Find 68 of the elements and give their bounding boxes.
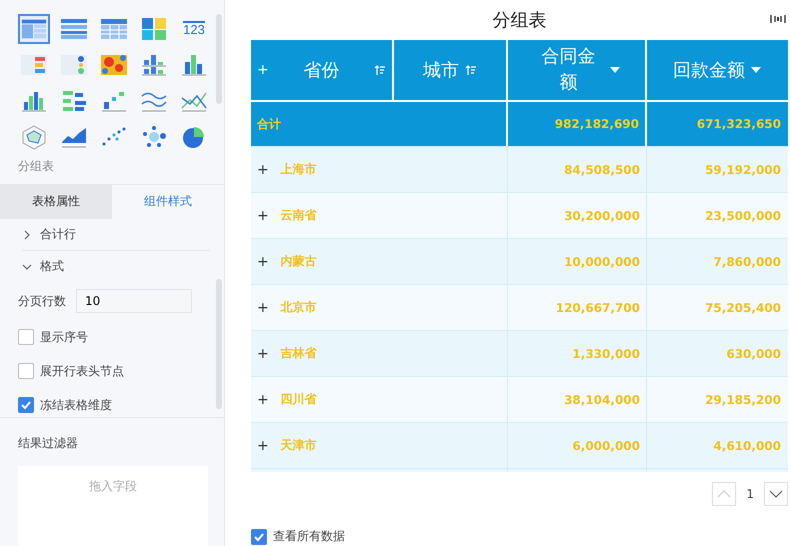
chevron-icon[interactable] bbox=[22, 262, 32, 272]
heatmap-icon bbox=[99, 52, 129, 78]
checkbox[interactable] bbox=[18, 363, 34, 379]
expand-button[interactable]: + bbox=[257, 162, 269, 178]
dropdown-icon[interactable] bbox=[751, 66, 761, 74]
sort-icon[interactable] bbox=[465, 64, 477, 76]
filter-title: 结果过滤器 bbox=[18, 436, 78, 450]
column-header-label: 回款金额 bbox=[673, 59, 745, 82]
checkbox[interactable] bbox=[18, 397, 34, 413]
check-icon bbox=[20, 399, 32, 411]
column-width-icon[interactable] bbox=[770, 14, 786, 24]
expand-button[interactable]: + bbox=[257, 208, 269, 224]
table-cell-text: 23,500,000 bbox=[704, 208, 782, 224]
total-cell-text: 671,323,650 bbox=[696, 116, 782, 133]
expand-button[interactable]: + bbox=[257, 300, 269, 316]
table-cell-text: 630,000 bbox=[725, 346, 782, 362]
sort-icon[interactable] bbox=[374, 64, 386, 76]
expand-button[interactable]: + bbox=[257, 438, 269, 454]
tab[interactable]: 组件样式 bbox=[112, 184, 224, 219]
report-title: 分组表 bbox=[492, 9, 546, 32]
table-cell: 天津市 bbox=[280, 437, 317, 454]
checkbox[interactable] bbox=[18, 329, 34, 345]
option-label: 冻结表格维度 bbox=[40, 396, 112, 414]
page-rows-label: 分页行数 bbox=[18, 292, 66, 310]
checkbox[interactable] bbox=[251, 528, 267, 544]
table-cell: 四川省 bbox=[280, 391, 317, 408]
section-header[interactable]: 格式 bbox=[40, 258, 64, 275]
expand-button[interactable]: + bbox=[257, 346, 269, 362]
tiles-icon bbox=[139, 16, 169, 42]
section-header[interactable]: 合计行 bbox=[40, 226, 76, 243]
column-header-label: 省份 bbox=[303, 59, 340, 82]
chevron-down-icon bbox=[769, 490, 783, 498]
view-all-label: 查看所有数据 bbox=[273, 528, 345, 545]
dropdown-icon[interactable] bbox=[610, 66, 620, 74]
table-cell-text: 59,192,000 bbox=[704, 162, 782, 178]
table-cell-text: 75,205,400 bbox=[704, 300, 782, 316]
option-label: 显示序号 bbox=[40, 328, 88, 346]
stacked-bar-icon bbox=[139, 52, 169, 78]
check-icon bbox=[253, 530, 265, 542]
chevron-up-icon bbox=[717, 490, 732, 498]
drop-zone-placeholder: 拖入字段 bbox=[89, 478, 137, 495]
table-cell: 北京市 bbox=[280, 299, 317, 316]
kpi-list-icon bbox=[19, 52, 49, 78]
expand-button[interactable]: + bbox=[257, 254, 269, 270]
kpi-dots-icon bbox=[59, 52, 89, 78]
bar-grouped-icon bbox=[179, 52, 209, 78]
option-label: 展开行表头节点 bbox=[40, 362, 124, 380]
expand-button[interactable]: + bbox=[257, 392, 269, 408]
table-cell: 云南省 bbox=[280, 207, 317, 224]
table-cell: 内蒙古 bbox=[280, 253, 317, 270]
chart-type-label: 分组表 bbox=[18, 158, 55, 175]
page-rows-field[interactable]: 10 bbox=[76, 289, 192, 313]
page-number: 1 bbox=[746, 487, 754, 501]
tab[interactable]: 表格属性 bbox=[0, 184, 112, 219]
next-page-button[interactable] bbox=[764, 482, 788, 506]
table-cell-text: 7,860,000 bbox=[712, 254, 782, 270]
table-cell: 吉林省 bbox=[280, 345, 317, 362]
table-grid-icon bbox=[99, 16, 129, 42]
chart-type-button[interactable] bbox=[18, 14, 50, 44]
table-striped-icon bbox=[59, 16, 89, 42]
chevron-icon[interactable] bbox=[22, 230, 32, 240]
table-cell-text: 4,610,000 bbox=[712, 438, 782, 454]
column-header-label: 城市 bbox=[423, 59, 459, 82]
table-cell-text: 29,185,200 bbox=[704, 392, 782, 408]
number-label: 123 bbox=[183, 21, 205, 37]
table-cell: 上海市 bbox=[280, 161, 317, 178]
column-header-label: 合同金额 bbox=[540, 45, 596, 95]
chart-type-button[interactable]: 123 bbox=[178, 14, 210, 44]
